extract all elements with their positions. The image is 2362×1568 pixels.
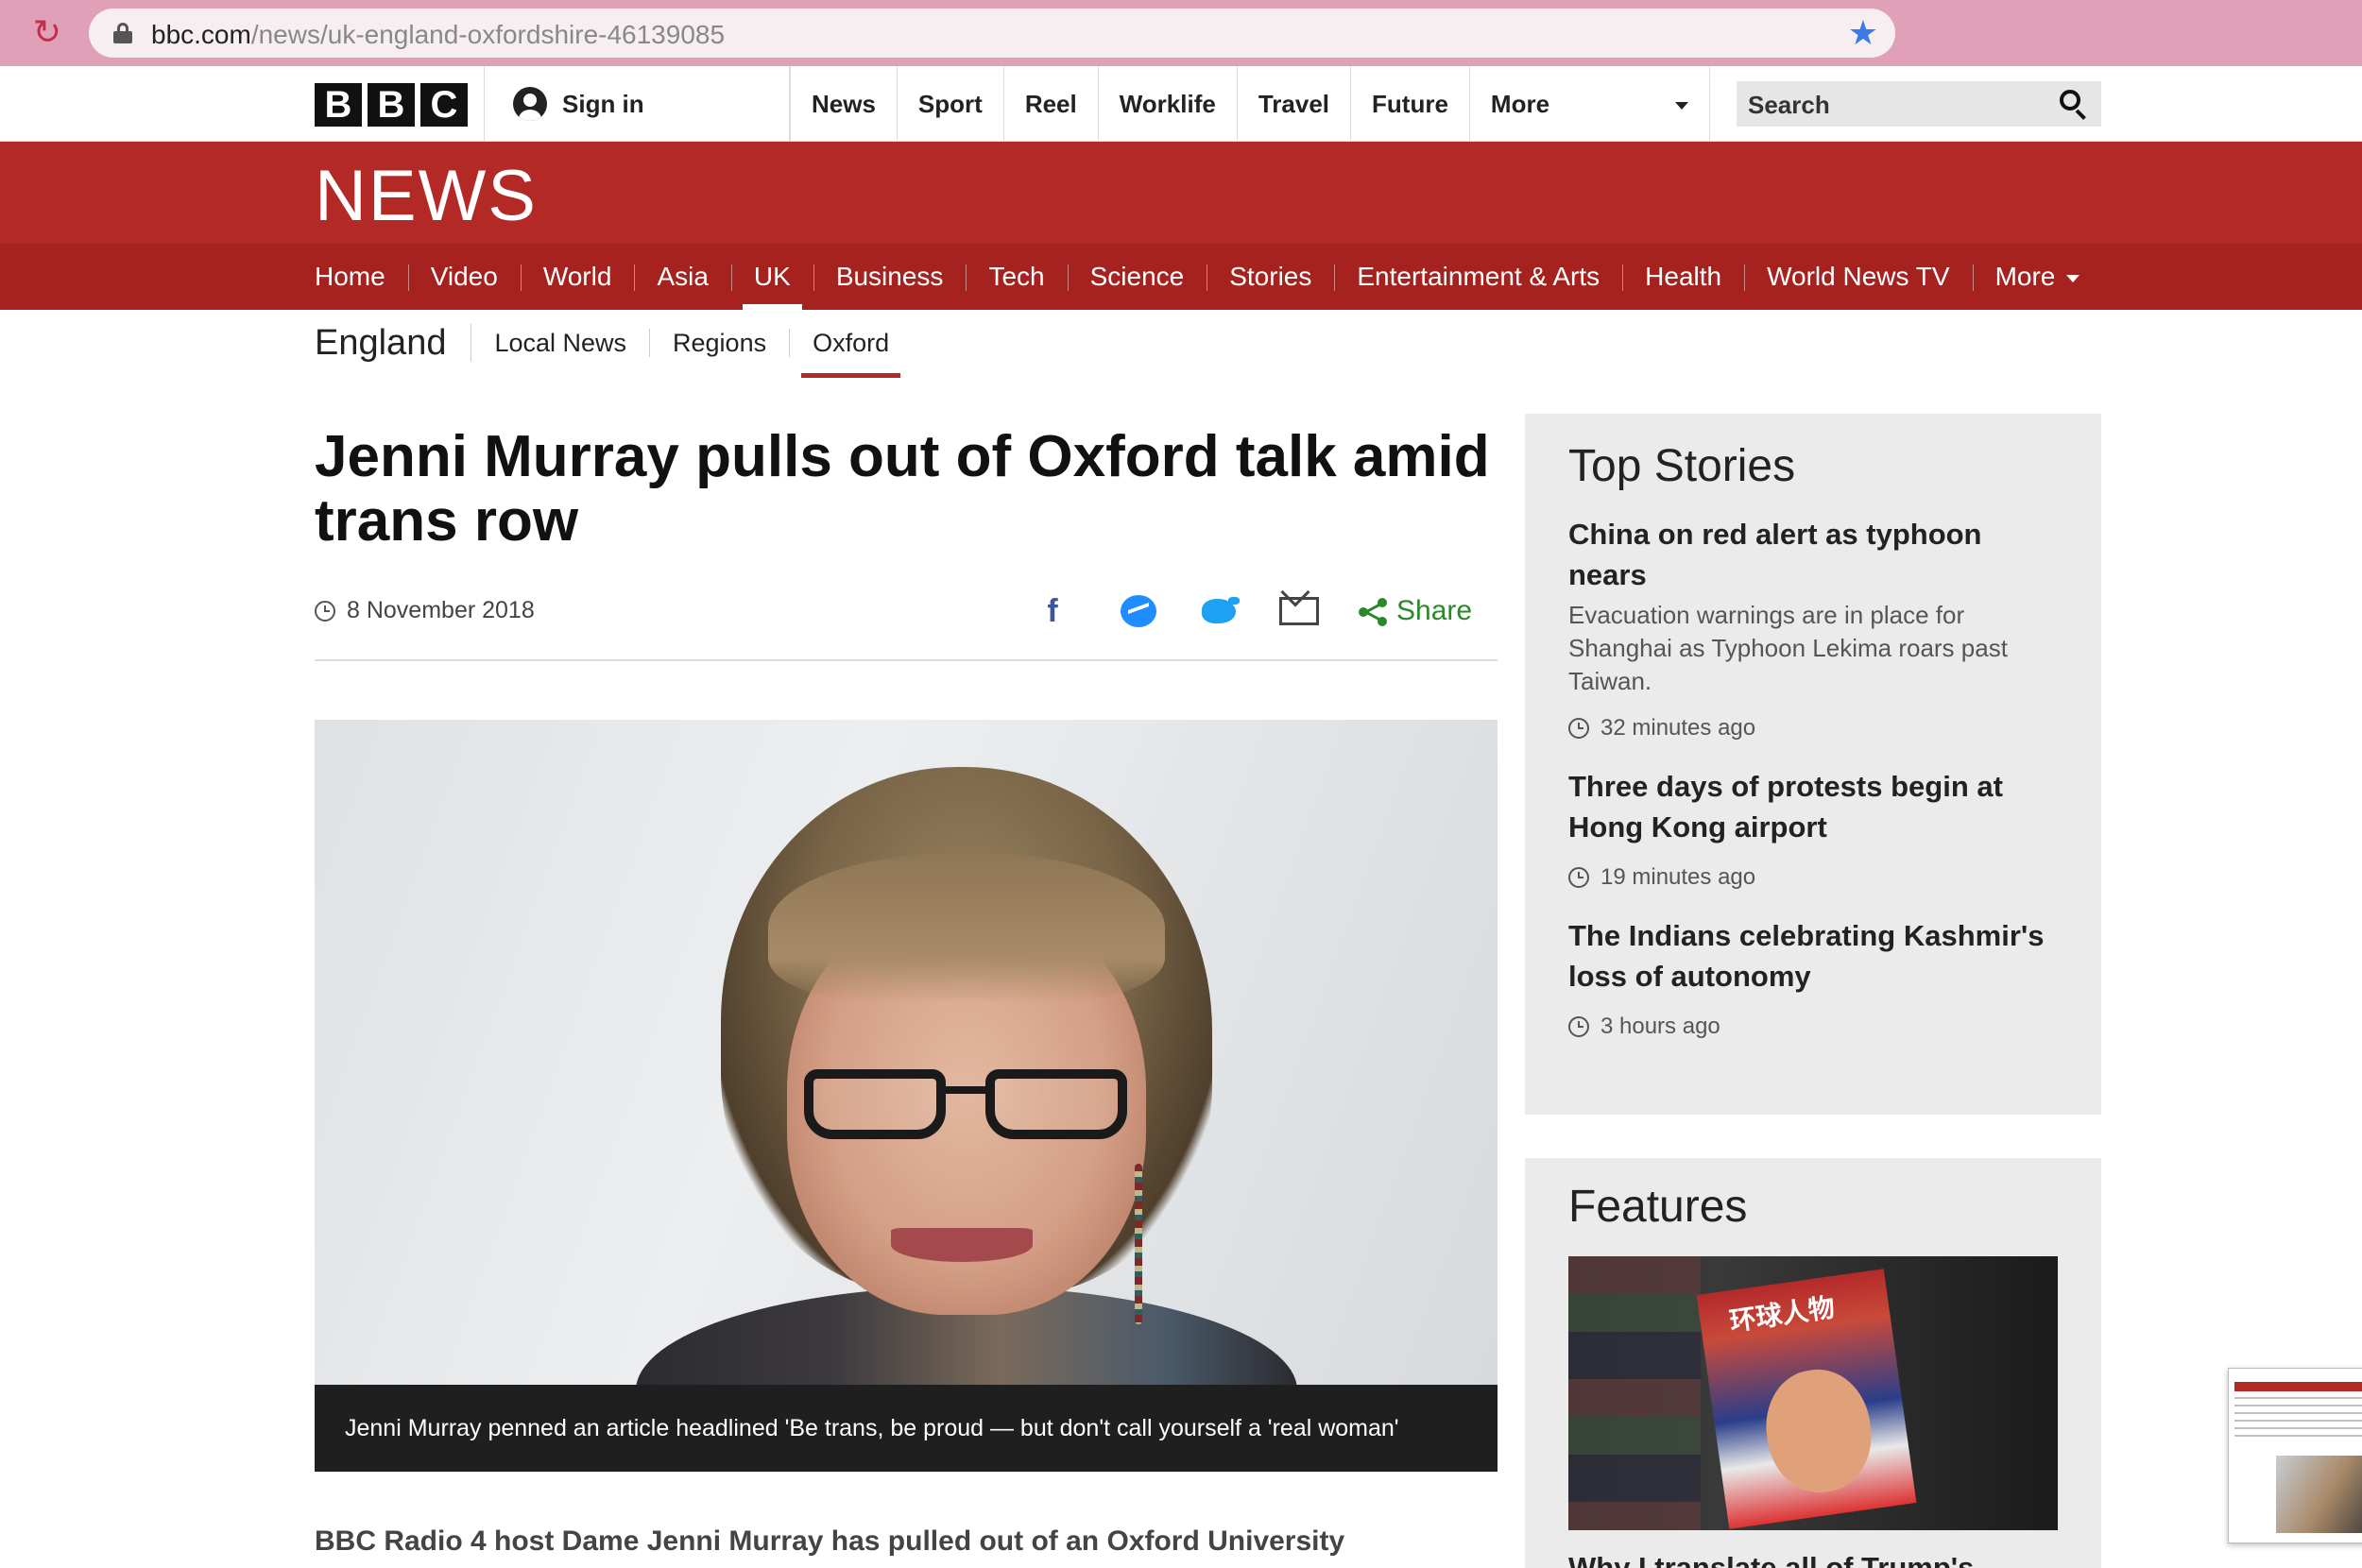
news-nav-more-label: More bbox=[1994, 262, 2056, 291]
share-tools: f Share bbox=[1030, 577, 1502, 635]
story-time-text: 3 hours ago bbox=[1600, 1014, 1720, 1039]
sub-nav-regions[interactable]: Regions bbox=[650, 329, 791, 357]
bbc-logo-letter: B bbox=[315, 83, 362, 127]
image-caption: Jenni Murray penned an article headlined… bbox=[315, 1385, 1498, 1472]
sub-nav-oxford[interactable]: Oxford bbox=[790, 329, 912, 378]
messenger-icon[interactable] bbox=[1117, 588, 1160, 635]
search-label: Search bbox=[1748, 91, 1830, 119]
story-time: 32 minutes ago bbox=[1568, 715, 2058, 741]
topnav-sport[interactable]: Sport bbox=[898, 66, 1004, 142]
story-title[interactable]: China on red alert as typhoon nears bbox=[1568, 514, 2058, 595]
news-nav-health[interactable]: Health bbox=[1622, 244, 1744, 310]
topnav-worklife[interactable]: Worklife bbox=[1099, 66, 1238, 142]
news-nav-stories[interactable]: Stories bbox=[1207, 244, 1334, 310]
news-nav-world[interactable]: World bbox=[520, 244, 635, 310]
news-nav-tech[interactable]: Tech bbox=[966, 244, 1067, 310]
news-banner: NEWS bbox=[0, 142, 2362, 244]
sub-nav-region[interactable]: England bbox=[315, 324, 472, 362]
story-item[interactable]: China on red alert as typhoon nears Evac… bbox=[1568, 514, 2058, 741]
news-nav-video[interactable]: Video bbox=[407, 244, 521, 310]
share-icon bbox=[1359, 598, 1389, 627]
topnav-more-label: More bbox=[1490, 90, 1550, 118]
story-title[interactable]: The Indians celebrating Kashmir's loss o… bbox=[1568, 915, 2058, 997]
bbc-top-nav: News Sport Reel Worklife Travel Future M… bbox=[790, 66, 1710, 142]
browser-toolbar: ↻ bbc.com/news/uk-england-oxfordshire-46… bbox=[0, 0, 2362, 66]
news-nav-business[interactable]: Business bbox=[813, 244, 967, 310]
twitter-icon[interactable] bbox=[1196, 588, 1241, 635]
news-nav-world-news-tv[interactable]: World News TV bbox=[1744, 244, 1972, 310]
share-label: Share bbox=[1396, 595, 1473, 626]
url-text: bbc.com/news/uk-england-oxfordshire-4613… bbox=[151, 20, 726, 49]
clock-icon bbox=[315, 600, 335, 622]
story-item[interactable]: The Indians celebrating Kashmir's loss o… bbox=[1568, 915, 2058, 1040]
news-nav-science[interactable]: Science bbox=[1067, 244, 1207, 310]
clock-icon bbox=[1568, 1016, 1589, 1037]
story-title[interactable]: Three days of protests begin at Hong Kon… bbox=[1568, 766, 2058, 847]
news-logo[interactable]: NEWS bbox=[315, 161, 538, 232]
story-time-text: 19 minutes ago bbox=[1600, 864, 1756, 890]
sign-in-button[interactable]: Sign in bbox=[484, 66, 790, 142]
article-headline: Jenni Murray pulls out of Oxford talk am… bbox=[315, 424, 1490, 554]
sub-nav-local-news[interactable]: Local News bbox=[471, 329, 651, 357]
article-date: 8 November 2018 bbox=[315, 597, 535, 624]
share-button[interactable]: Share bbox=[1359, 588, 1491, 635]
bbc-masthead: B B C Sign in News Sport Reel Worklife T… bbox=[0, 66, 2362, 142]
sub-nav: England Local News Regions Oxford bbox=[315, 310, 912, 378]
chevron-down-icon bbox=[1674, 102, 1688, 110]
topnav-future[interactable]: Future bbox=[1351, 66, 1470, 142]
bbc-logo[interactable]: B B C bbox=[315, 83, 468, 127]
star-icon[interactable]: ★ bbox=[1848, 14, 1878, 52]
news-nav-uk[interactable]: UK bbox=[730, 244, 813, 310]
divider bbox=[315, 659, 1498, 661]
story-time: 3 hours ago bbox=[1568, 1014, 2058, 1040]
news-nav-list: Home Video World Asia UK Business Tech Science S… bbox=[315, 244, 2102, 310]
address-bar[interactable]: bbc.com/news/uk-england-oxfordshire-4613… bbox=[89, 9, 1895, 58]
features: Features 环球人物 Why I translate all of Tru… bbox=[1525, 1158, 2101, 1568]
news-nav: Home Video World Asia UK Business Tech Science S… bbox=[0, 244, 2362, 310]
clock-icon bbox=[1568, 718, 1589, 739]
clock-icon bbox=[1568, 867, 1589, 888]
news-nav-asia[interactable]: Asia bbox=[634, 244, 730, 310]
story-item[interactable]: Three days of protests begin at Hong Kon… bbox=[1568, 766, 2058, 891]
sign-in-label: Sign in bbox=[562, 89, 644, 118]
search-input[interactable]: Search bbox=[1737, 81, 2101, 127]
reload-icon[interactable]: ↻ bbox=[28, 13, 66, 51]
top-stories: Top Stories China on red alert as typhoo… bbox=[1525, 414, 2101, 1115]
story-summary: Evacuation warnings are in place for Sha… bbox=[1568, 601, 2008, 695]
lock-icon bbox=[113, 23, 132, 43]
article-hero-image bbox=[315, 720, 1498, 1385]
bbc-logo-letter: C bbox=[420, 83, 468, 127]
user-icon bbox=[513, 87, 547, 121]
news-nav-home[interactable]: Home bbox=[315, 244, 408, 310]
topnav-more[interactable]: More bbox=[1470, 66, 1710, 142]
topnav-reel[interactable]: Reel bbox=[1004, 66, 1099, 142]
topnav-news[interactable]: News bbox=[790, 66, 898, 142]
chevron-down-icon bbox=[2066, 274, 2080, 282]
article-date-text: 8 November 2018 bbox=[347, 597, 535, 623]
feature-image[interactable]: 环球人物 bbox=[1568, 1256, 2058, 1530]
email-icon[interactable] bbox=[1275, 577, 1323, 635]
news-nav-more[interactable]: More bbox=[1972, 244, 2103, 310]
features-title: Features bbox=[1568, 1182, 1748, 1232]
news-nav-entertainment-arts[interactable]: Entertainment & Arts bbox=[1334, 244, 1622, 310]
feature-headline[interactable]: Why I translate all of Trump's bbox=[1568, 1549, 2058, 1568]
story-time: 19 minutes ago bbox=[1568, 864, 2058, 891]
topnav-travel[interactable]: Travel bbox=[1238, 66, 1352, 142]
search-icon[interactable] bbox=[2060, 90, 2088, 120]
screenshot-thumbnail[interactable] bbox=[2228, 1368, 2362, 1543]
top-stories-title: Top Stories bbox=[1568, 441, 1796, 491]
article-intro: BBC Radio 4 host Dame Jenni Murray has p… bbox=[315, 1525, 1345, 1557]
story-time-text: 32 minutes ago bbox=[1600, 715, 1756, 741]
facebook-icon[interactable]: f bbox=[1030, 588, 1075, 635]
bbc-logo-letter: B bbox=[368, 83, 415, 127]
